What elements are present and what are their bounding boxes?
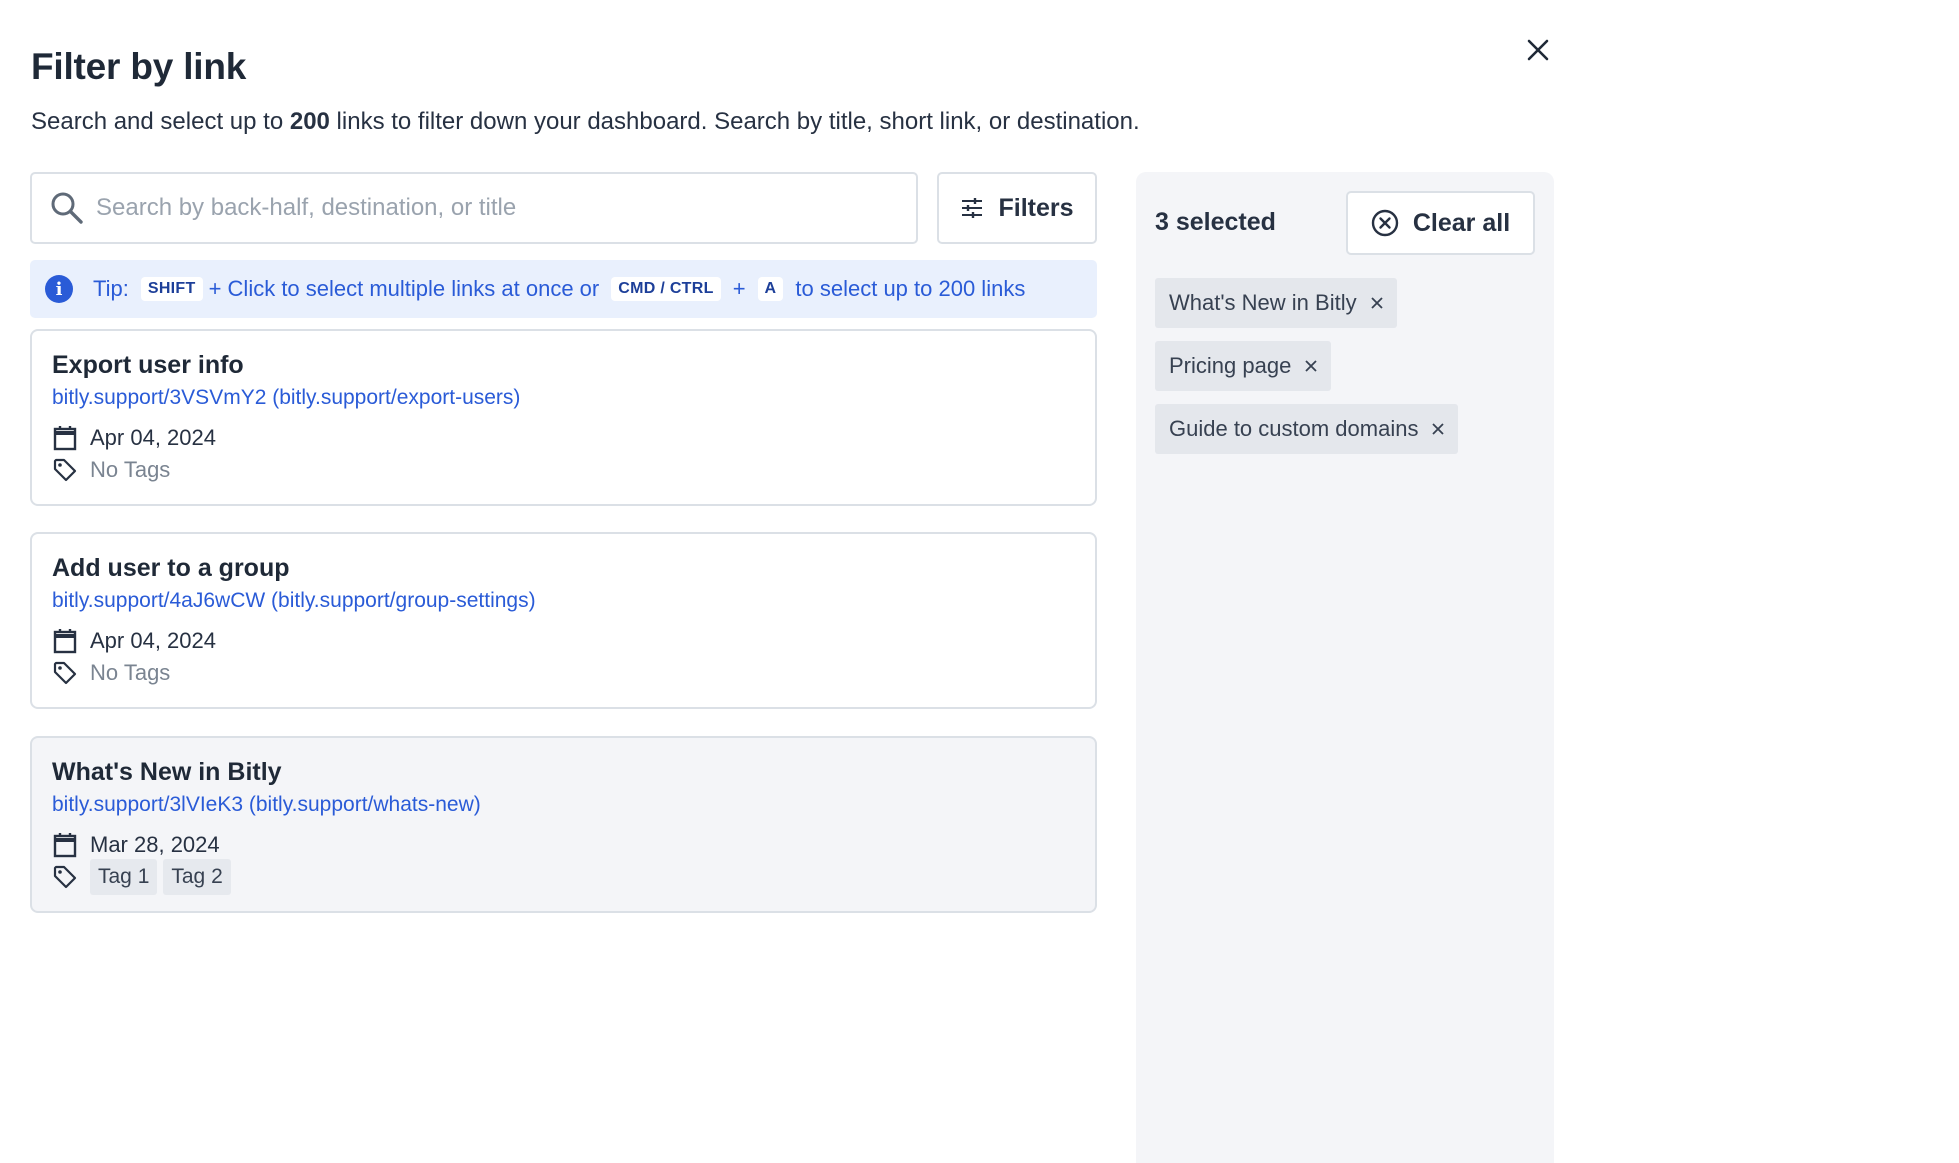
selected-count: 3 selected [1155, 208, 1276, 236]
no-tags-label: No Tags [90, 660, 171, 685]
clear-all-button[interactable]: Clear all [1346, 191, 1535, 255]
link-url[interactable]: bitly.support/3lVIeK3 (bitly.support/wha… [52, 793, 1075, 817]
tag-icon [52, 457, 78, 483]
dialog-subtitle: Search and select up to 200 links to fil… [31, 108, 1140, 135]
search-input[interactable] [96, 194, 876, 222]
close-icon [1432, 423, 1445, 435]
selection-panel: 3 selected Clear all What's New in Bitly… [1136, 172, 1554, 1163]
kbd-cmd-ctrl: CMD / CTRL [611, 277, 721, 301]
tip-text-2: to select up to 200 links [795, 276, 1026, 301]
tag-chip: Tag 1 [90, 859, 158, 895]
tag-chip: Tag 2 [163, 859, 231, 895]
close-icon [1527, 39, 1549, 61]
remove-chip-button[interactable] [1432, 423, 1445, 435]
link-date: Apr 04, 2024 [90, 425, 216, 450]
chip-label: Pricing page [1169, 353, 1292, 378]
selected-chip: What's New in Bitly [1155, 278, 1397, 328]
link-title: Export user info [52, 351, 244, 379]
link-date: Mar 28, 2024 [90, 832, 220, 857]
dialog-title: Filter by link [31, 46, 247, 87]
tip-banner: i Tip: SHIFT + Click to select multiple … [30, 260, 1097, 318]
close-button[interactable] [1518, 30, 1558, 70]
link-date: Apr 04, 2024 [90, 628, 216, 653]
filters-button[interactable]: Filters [937, 172, 1097, 244]
kbd-a: A [757, 277, 784, 301]
link-url[interactable]: bitly.support/3VSVmY2 (bitly.support/exp… [52, 386, 1075, 410]
chip-label: What's New in Bitly [1169, 290, 1357, 315]
link-title: Add user to a group [52, 554, 290, 582]
search-box[interactable] [30, 172, 918, 244]
link-card[interactable]: What's New in Bitly bitly.support/3lVIeK… [30, 736, 1097, 913]
no-tags-label: No Tags [90, 457, 171, 482]
close-icon [1305, 360, 1317, 372]
kbd-shift: SHIFT [140, 277, 203, 301]
tag-icon [52, 660, 78, 686]
remove-chip-button[interactable] [1370, 297, 1383, 309]
circle-x-icon [1371, 209, 1399, 237]
search-icon [51, 192, 83, 224]
link-url[interactable]: bitly.support/4aJ6wCW (bitly.support/gro… [52, 589, 1075, 613]
close-icon [1370, 297, 1383, 309]
link-title: What's New in Bitly [52, 758, 282, 786]
selected-chip: Pricing page [1155, 341, 1332, 391]
info-icon: i [45, 275, 73, 303]
tip-text-1: + Click to select multiple links at once… [208, 276, 600, 301]
selected-chip: Guide to custom domains [1155, 404, 1459, 454]
calendar-icon [52, 832, 78, 858]
sliders-icon [962, 198, 983, 218]
link-card[interactable]: Export user info bitly.support/3VSVmY2 (… [30, 329, 1097, 506]
calendar-icon [52, 628, 78, 654]
chip-label: Guide to custom domains [1169, 416, 1419, 441]
link-card[interactable]: Add user to a group bitly.support/4aJ6wC… [30, 532, 1097, 709]
tip-prefix: Tip: [93, 276, 129, 301]
tag-icon [52, 864, 78, 890]
tip-plus: + [732, 276, 746, 301]
remove-chip-button[interactable] [1305, 360, 1317, 372]
filters-button-label: Filters [998, 193, 1074, 222]
clear-all-label: Clear all [1412, 208, 1511, 237]
calendar-icon [52, 425, 78, 451]
